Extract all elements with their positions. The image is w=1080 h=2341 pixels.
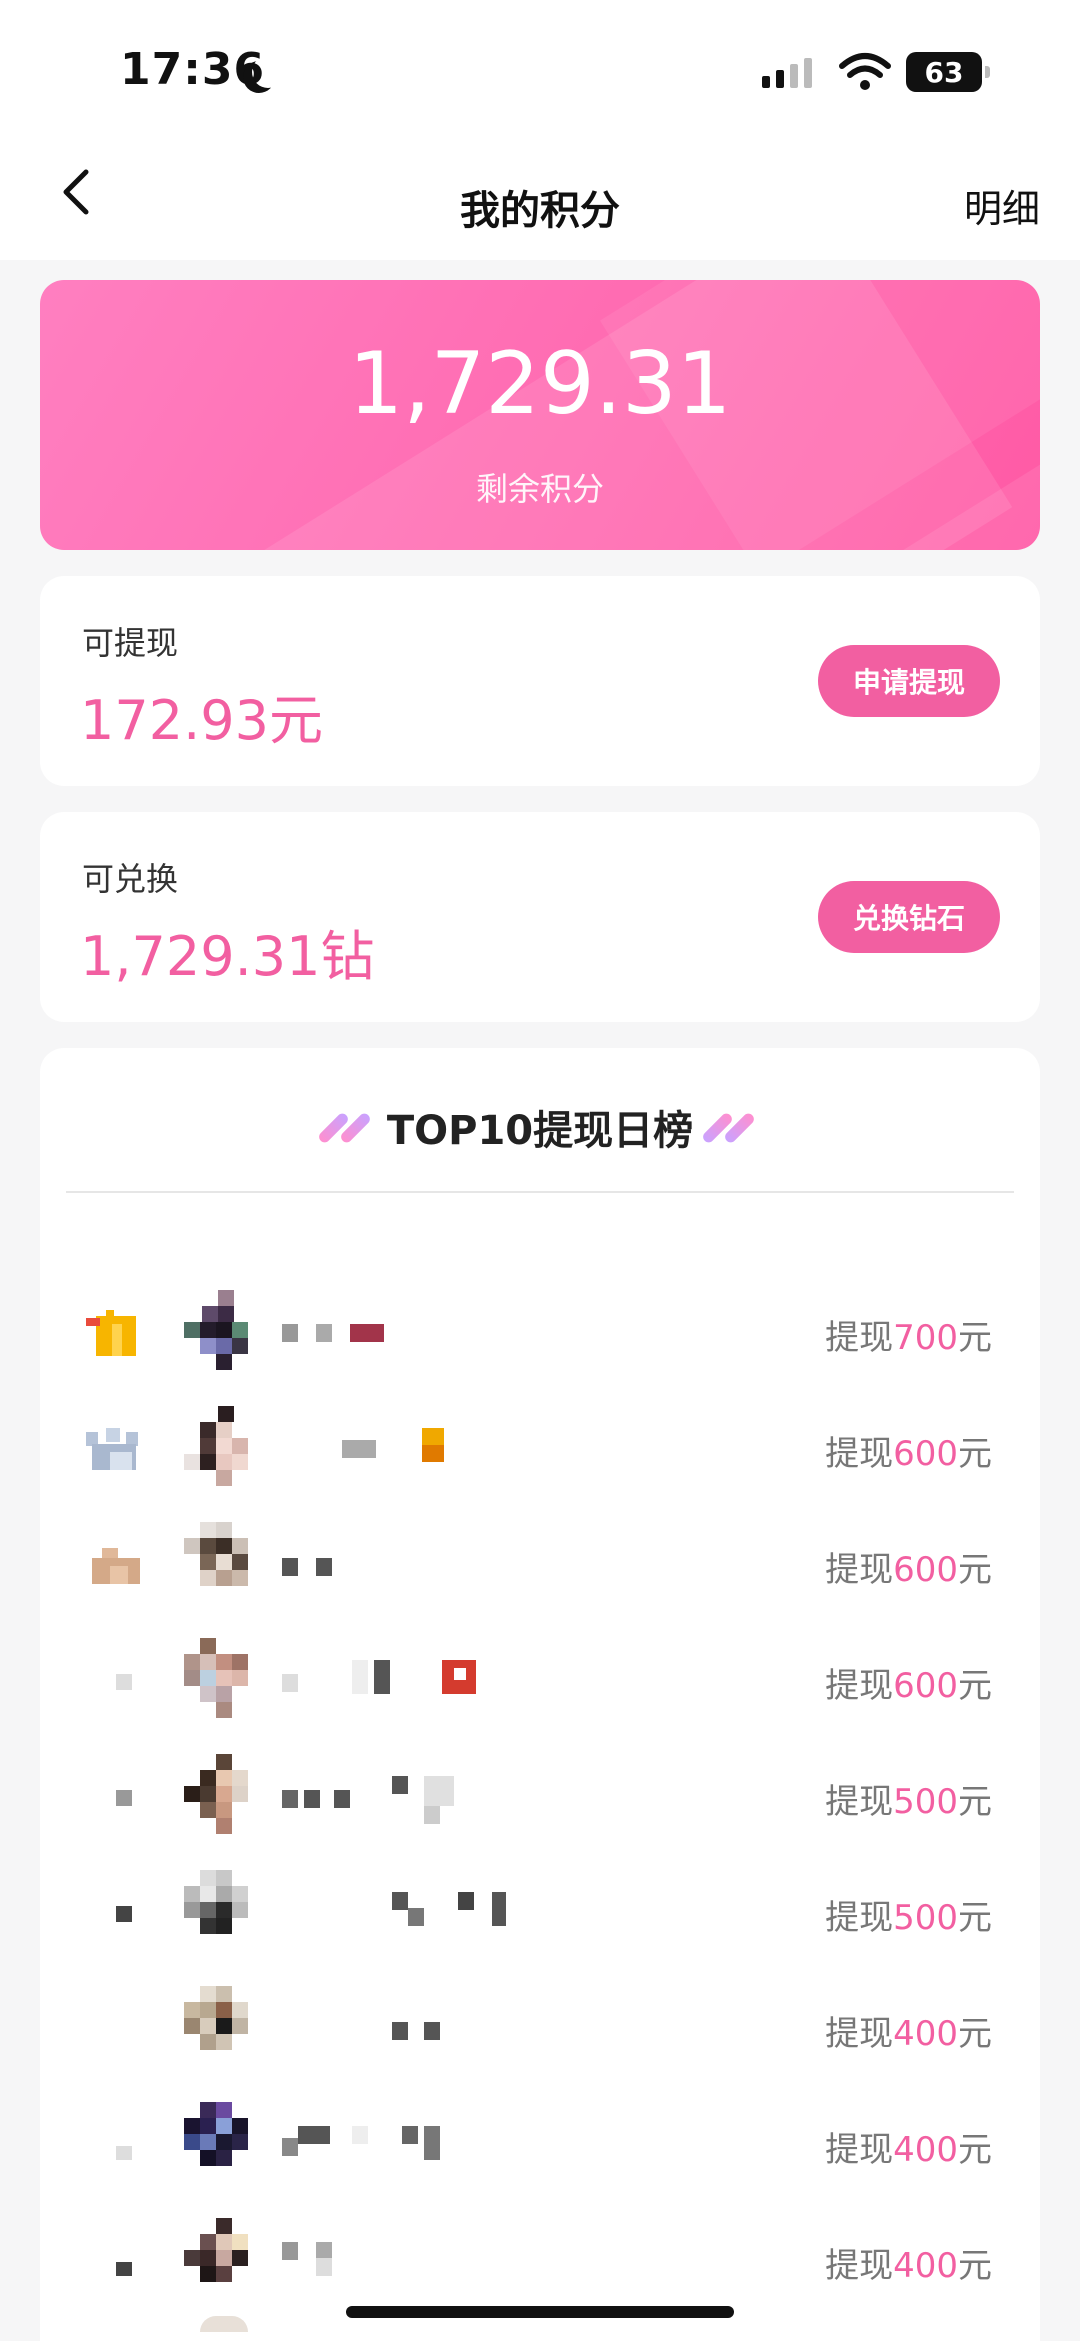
avatar bbox=[184, 1754, 268, 1838]
exchange-value: 1,729.31钻 bbox=[80, 925, 375, 988]
cellular-signal-icon bbox=[762, 58, 812, 88]
ranking-row: 提现400元 bbox=[40, 1978, 1040, 2078]
ranking-row: 提现600元 bbox=[40, 1514, 1040, 1614]
avatar bbox=[184, 2102, 268, 2186]
ranking-row: 提现600元 bbox=[40, 1398, 1040, 1498]
avatar bbox=[184, 1986, 268, 2070]
exchange-label: 可兑换 bbox=[82, 860, 179, 898]
withdraw-amount: 提现400元 bbox=[825, 2246, 992, 2286]
points-balance-card: 1,729.31 剩余积分 bbox=[40, 280, 1040, 550]
ranking-row bbox=[40, 2316, 1040, 2341]
withdraw-ranking-panel: TOP10提现日榜 提现700元 提现600元 提现600元 提现600元 提现… bbox=[40, 1048, 1040, 2341]
withdraw-card: 可提现 172.93元 申请提现 bbox=[40, 576, 1040, 786]
page-title: 我的积分 bbox=[460, 188, 620, 234]
withdraw-amount: 提现600元 bbox=[825, 1666, 992, 1706]
withdraw-amount: 提现700元 bbox=[825, 1318, 992, 1358]
rank-number bbox=[82, 2118, 142, 2170]
avatar bbox=[184, 1522, 268, 1606]
bronze-crown-icon bbox=[92, 1548, 140, 1584]
withdraw-label: 可提现 bbox=[82, 624, 179, 662]
rank-number bbox=[82, 1654, 142, 1706]
exchange-diamond-button[interactable]: 兑换钻石 bbox=[818, 881, 1000, 953]
ranking-title: TOP10提现日榜 bbox=[386, 1108, 694, 1154]
nav-bar: 我的积分 明细 bbox=[0, 140, 1080, 260]
detail-link[interactable]: 明细 bbox=[964, 178, 1040, 233]
home-indicator[interactable] bbox=[346, 2306, 734, 2318]
divider bbox=[66, 1191, 1014, 1193]
withdraw-amount: 提现400元 bbox=[825, 2014, 992, 2054]
wifi-icon bbox=[839, 53, 891, 90]
ranking-row: 提现500元 bbox=[40, 1862, 1040, 1962]
avatar bbox=[184, 1290, 268, 1374]
rank-number bbox=[82, 1886, 142, 1938]
status-time: 17:36 bbox=[120, 44, 266, 95]
avatar bbox=[184, 1406, 268, 1490]
username bbox=[282, 2124, 542, 2164]
withdraw-amount: 提现600元 bbox=[825, 1434, 992, 1474]
username bbox=[282, 1312, 542, 1352]
username bbox=[282, 1776, 542, 1824]
username bbox=[282, 2240, 542, 2280]
ranking-row: 提现500元 bbox=[40, 1746, 1040, 1846]
points-label: 剩余积分 bbox=[475, 470, 604, 508]
username bbox=[282, 1660, 542, 1700]
ranking-row: 提现400元 bbox=[40, 2210, 1040, 2310]
withdraw-amount: 提现500元 bbox=[825, 1898, 992, 1938]
ranking-row: 提现700元 bbox=[40, 1282, 1040, 1382]
avatar bbox=[184, 2218, 268, 2302]
avatar bbox=[184, 1870, 268, 1954]
apply-withdraw-button[interactable]: 申请提现 bbox=[818, 645, 1000, 717]
withdraw-value: 172.93元 bbox=[80, 689, 323, 752]
rank-number bbox=[82, 1770, 142, 1822]
rank-number bbox=[82, 2002, 142, 2054]
withdraw-amount: 提现400元 bbox=[825, 2130, 992, 2170]
username bbox=[282, 1544, 542, 1584]
battery-icon: 63 bbox=[906, 52, 990, 92]
withdraw-amount: 提现600元 bbox=[825, 1550, 992, 1590]
ranking-row: 提现400元 bbox=[40, 2094, 1040, 2194]
ranking-row: 提现600元 bbox=[40, 1630, 1040, 1730]
exchange-card: 可兑换 1,729.31钻 兑换钻石 bbox=[40, 812, 1040, 1022]
points-amount: 1,729.31 bbox=[348, 334, 732, 434]
rank-number bbox=[82, 2234, 142, 2286]
username bbox=[282, 1892, 542, 1932]
moon-icon bbox=[252, 56, 284, 88]
username bbox=[282, 2008, 542, 2048]
username bbox=[282, 1428, 542, 1468]
avatar bbox=[184, 1638, 268, 1722]
withdraw-amount: 提现500元 bbox=[825, 1782, 992, 1822]
gold-crown-icon bbox=[86, 1310, 136, 1356]
status-bar: 17:36 63 bbox=[0, 0, 1080, 140]
avatar bbox=[184, 2316, 268, 2341]
silver-crown-icon bbox=[86, 1428, 138, 1470]
